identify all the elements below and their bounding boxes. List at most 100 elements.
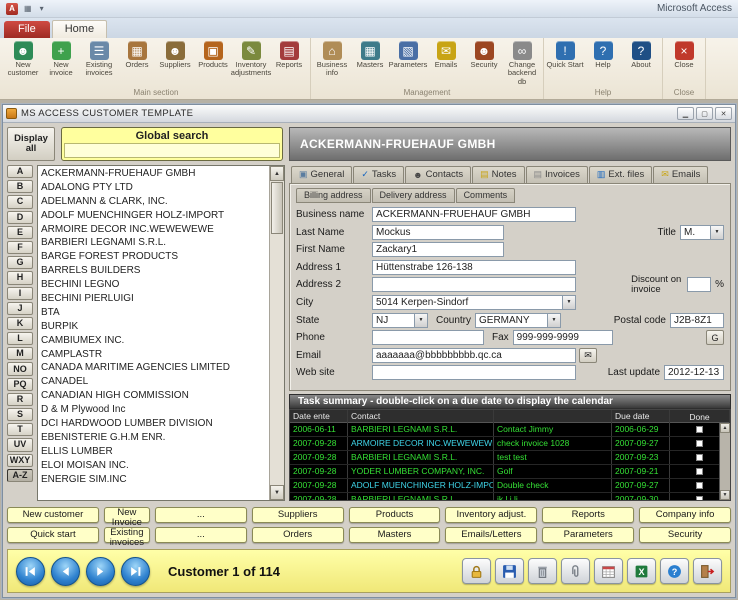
customer-list-item[interactable]: BECHINI PIERLUIGI <box>38 292 269 306</box>
shortcut-button[interactable]: Quick start <box>7 527 99 543</box>
customer-list-item[interactable]: CANADIAN HIGH COMMISSION <box>38 389 269 403</box>
attachment-icon[interactable] <box>561 558 590 584</box>
alpha-filter-button[interactable]: H <box>7 271 33 284</box>
chevron-down-icon[interactable]: ▼ <box>547 314 560 327</box>
alpha-filter-button[interactable]: UV <box>7 438 33 451</box>
shortcut-button[interactable]: Products <box>349 507 441 523</box>
last-record-button[interactable] <box>121 557 150 586</box>
done-checkbox[interactable] <box>696 468 703 475</box>
last-name-field[interactable]: Mockus <box>372 225 504 240</box>
shortcut-button[interactable]: ... <box>155 527 247 543</box>
col-due-date[interactable]: Due date <box>612 410 670 423</box>
detail-tab[interactable]: ☻ Contacts <box>405 166 471 183</box>
ribbon-button[interactable]: ✎ Inventory adjustments <box>232 40 270 78</box>
shortcut-button[interactable]: Company info <box>639 507 731 523</box>
chevron-down-icon[interactable]: ▼ <box>710 226 723 239</box>
restore-button[interactable]: ▢ <box>696 107 713 120</box>
alpha-filter-button[interactable]: K <box>7 317 33 330</box>
close-button[interactable]: ✕ <box>715 107 732 120</box>
alpha-filter-button[interactable]: NO <box>7 362 33 375</box>
address-subtab[interactable]: Comments <box>456 188 516 203</box>
alpha-filter-button[interactable]: R <box>7 393 33 406</box>
customer-list-item[interactable]: ACKERMANN-FRUEHAUF GMBH <box>38 167 269 181</box>
country-combo[interactable]: GERMANY▼ <box>475 313 561 328</box>
g-button[interactable]: G <box>706 330 724 345</box>
help-icon[interactable]: ? <box>660 558 689 584</box>
alpha-filter-button[interactable]: M <box>7 347 33 360</box>
due-date-cell[interactable]: 2007-09-27 <box>612 479 670 492</box>
customer-list-item[interactable]: ELOI MOISAN INC. <box>38 459 269 473</box>
home-tab[interactable]: Home <box>52 20 107 38</box>
customer-list-item[interactable]: BARRELS BUILDERS <box>38 264 269 278</box>
col-contact[interactable]: Contact <box>348 410 494 423</box>
display-all-button[interactable]: Display all <box>7 127 55 161</box>
shortcut-button[interactable]: Masters <box>349 527 441 543</box>
task-row[interactable]: 2007-09-28 BARBIERI LEGNAMI S.R.L. jk.l.… <box>290 493 730 501</box>
detail-tab[interactable]: ▤ Invoices <box>526 166 588 183</box>
alpha-filter-button[interactable]: G <box>7 256 33 269</box>
first-name-field[interactable]: Zackary1 <box>372 242 504 257</box>
customer-list-item[interactable]: ADOLF MUENCHINGER HOLZ-IMPORT <box>38 209 269 223</box>
shortcut-button[interactable]: Suppliers <box>252 507 344 523</box>
customer-list-item[interactable]: CANADEL <box>38 375 269 389</box>
scroll-down-icon[interactable]: ▼ <box>270 485 284 500</box>
customer-list-scrollbar[interactable]: ▲ ▼ <box>269 166 284 500</box>
city-combo[interactable]: 5014 Kerpen-Sindorf▼ <box>372 295 576 310</box>
due-date-cell[interactable]: 2007-09-30 <box>612 493 670 501</box>
customer-list-item[interactable]: ENERGIE SIM.INC <box>38 473 269 487</box>
task-row[interactable]: 2006-06-11 BARBIERI LEGNAMI S.R.L. Conta… <box>290 423 730 437</box>
alpha-filter-button[interactable]: T <box>7 423 33 436</box>
export-excel-icon[interactable]: X <box>627 558 656 584</box>
ribbon-button[interactable]: + New invoice <box>42 40 80 78</box>
shortcut-button[interactable]: New customer <box>7 507 99 523</box>
access-app-icon[interactable]: A <box>6 3 18 15</box>
shortcut-button[interactable]: Security <box>639 527 731 543</box>
ribbon-button[interactable]: ▦ Masters <box>351 40 389 69</box>
web-site-field[interactable] <box>372 365 576 380</box>
col-task[interactable] <box>494 410 612 423</box>
ribbon-button[interactable]: ☻ Security <box>465 40 503 69</box>
address2-field[interactable] <box>372 277 576 292</box>
customer-list-item[interactable]: BARBIERI LEGNAMI S.R.L. <box>38 236 269 250</box>
save-icon[interactable] <box>495 558 524 584</box>
done-checkbox[interactable] <box>696 454 703 461</box>
detail-tab[interactable]: ✓ Tasks <box>353 166 404 183</box>
ribbon-button[interactable]: × Close <box>665 40 703 69</box>
customer-list-item[interactable]: DCI HARDWOOD LUMBER DIVISION <box>38 417 269 431</box>
customer-list-item[interactable]: D & M Plywood Inc <box>38 403 269 417</box>
business-name-field[interactable]: ACKERMANN-FRUEHAUF GMBH <box>372 207 576 222</box>
customer-list-item[interactable]: ELLIS LUMBER <box>38 445 269 459</box>
customer-list-item[interactable]: EBENISTERIE G.H.M ENR. <box>38 431 269 445</box>
shortcut-button[interactable]: Existing invoices <box>104 527 150 543</box>
alpha-filter-button[interactable]: WXY <box>7 454 33 467</box>
address1-field[interactable]: Hüttenstrabe 126-138 <box>372 260 576 275</box>
detail-tab[interactable]: ▥ Ext. files <box>589 166 652 183</box>
due-date-cell[interactable]: 2007-09-27 <box>612 437 670 450</box>
global-search-input[interactable] <box>64 143 280 158</box>
alpha-filter-button[interactable]: PQ <box>7 378 33 391</box>
state-combo[interactable]: NJ▼ <box>372 313 428 328</box>
scroll-down-icon[interactable]: ▼ <box>720 490 730 500</box>
customer-list-item[interactable]: BARGE FOREST PRODUCTS <box>38 250 269 264</box>
send-email-icon[interactable]: ✉ <box>579 348 597 363</box>
scroll-thumb[interactable] <box>271 182 283 234</box>
file-tab[interactable]: File <box>4 21 50 38</box>
detail-tab[interactable]: ✉ Emails <box>653 166 708 183</box>
ribbon-button[interactable]: ☻ Suppliers <box>156 40 194 69</box>
first-record-button[interactable] <box>16 557 45 586</box>
ribbon-button[interactable]: ▦ Orders <box>118 40 156 69</box>
alpha-filter-button[interactable]: J <box>7 302 33 315</box>
ribbon-button[interactable]: ▧ Parameters <box>389 40 427 69</box>
shortcut-button[interactable]: Orders <box>252 527 344 543</box>
scroll-up-icon[interactable]: ▲ <box>720 423 730 433</box>
alpha-filter-button[interactable]: D <box>7 211 33 224</box>
lock-icon[interactable] <box>462 558 491 584</box>
shortcut-button[interactable]: Parameters <box>542 527 634 543</box>
address-subtab[interactable]: Billing address <box>296 188 371 203</box>
quit-icon[interactable] <box>693 558 722 584</box>
ribbon-button[interactable]: ? Help <box>584 40 622 69</box>
customer-list-item[interactable]: BTA <box>38 306 269 320</box>
ribbon-button[interactable]: ☻ New customer <box>4 40 42 78</box>
task-grid-scrollbar[interactable]: ▲ ▼ <box>719 423 730 500</box>
alpha-filter-button[interactable]: E <box>7 226 33 239</box>
